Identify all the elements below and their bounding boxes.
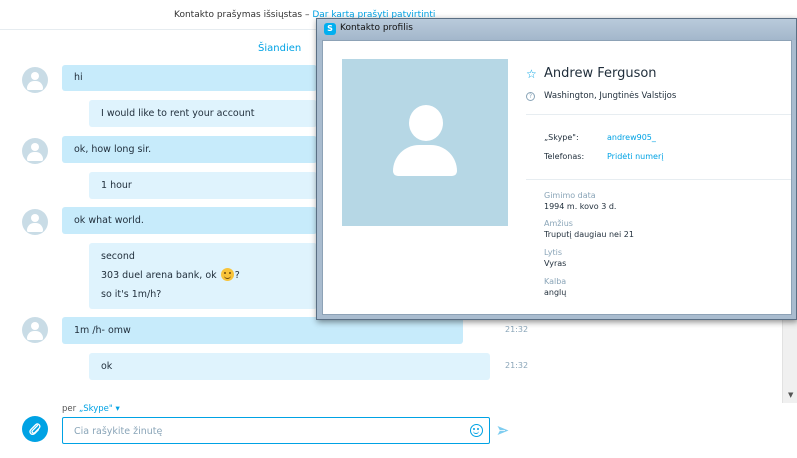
sex-value: Vyras xyxy=(544,259,567,268)
message-timestamp: 21:32 xyxy=(505,361,529,370)
divider xyxy=(526,114,791,115)
paperclip-icon xyxy=(29,423,41,436)
avatar[interactable] xyxy=(22,209,48,235)
person-silhouette-icon xyxy=(409,105,443,141)
window-title: Kontakto profilis xyxy=(340,23,413,33)
age-value: Truputį daugiau nei 21 xyxy=(544,230,634,239)
language-label: Kalba xyxy=(544,277,567,286)
message-input[interactable] xyxy=(74,424,454,438)
message-bubble-incoming: hi xyxy=(62,65,317,91)
language-value: anglų xyxy=(544,288,567,297)
date-separator: Šiandien xyxy=(258,43,302,54)
divider xyxy=(526,179,791,180)
message-bubble-incoming: 1m /h- omw xyxy=(62,317,463,344)
skype-name-label: „Skype": xyxy=(544,133,579,142)
avatar[interactable] xyxy=(22,317,48,343)
scroll-down-arrow-icon[interactable]: ▼ xyxy=(788,391,793,399)
send-via-selector[interactable]: per „Skype" ▾ xyxy=(62,404,120,414)
location-help-icon: ? xyxy=(526,92,535,101)
attach-file-button[interactable] xyxy=(22,416,48,442)
profile-content: ☆ Andrew Ferguson ? Washington, Jungtinė… xyxy=(322,40,792,315)
contact-profile-window[interactable]: S Kontakto profilis ☆ Andrew Ferguson ? … xyxy=(316,18,797,320)
message-bubble-outgoing: ok xyxy=(89,353,490,380)
add-phone-link[interactable]: Pridėti numerį xyxy=(607,152,663,161)
avatar[interactable] xyxy=(22,138,48,164)
birthdate-label: Gimimo data xyxy=(544,191,596,200)
message-bubble-outgoing: second 303 duel arena bank, ok ? so it's… xyxy=(89,243,317,309)
favorite-star-icon[interactable]: ☆ xyxy=(526,67,537,81)
age-label: Amžius xyxy=(544,219,573,228)
emoticon-icon[interactable] xyxy=(470,424,483,437)
skype-name-value[interactable]: andrew905_ xyxy=(607,133,656,142)
message-bubble-outgoing: 1 hour xyxy=(89,172,317,199)
phone-label: Telefonas: xyxy=(544,152,585,161)
skype-logo-icon: S xyxy=(324,23,336,35)
window-titlebar[interactable]: S Kontakto profilis xyxy=(317,19,796,40)
message-bubble-incoming: ok what world. xyxy=(62,207,317,234)
sex-label: Lytis xyxy=(544,248,562,257)
chevron-down-icon: ▾ xyxy=(112,404,120,414)
message-bubble-incoming: ok, how long sir. xyxy=(62,136,317,163)
contact-location: Washington, Jungtinės Valstijos xyxy=(544,91,677,101)
contact-name: Andrew Ferguson xyxy=(544,66,657,81)
smile-emoji-icon xyxy=(220,268,234,281)
avatar[interactable] xyxy=(22,67,48,93)
notice-text: Kontakto prašymas išsiųstas – xyxy=(174,10,313,20)
message-timestamp: 21:32 xyxy=(505,325,529,334)
birthdate-value: 1994 m. kovo 3 d. xyxy=(544,202,617,211)
profile-photo xyxy=(342,59,508,226)
message-bubble-outgoing: I would like to rent your account xyxy=(89,100,317,127)
send-icon[interactable] xyxy=(497,425,509,436)
message-compose-box[interactable] xyxy=(62,417,490,444)
